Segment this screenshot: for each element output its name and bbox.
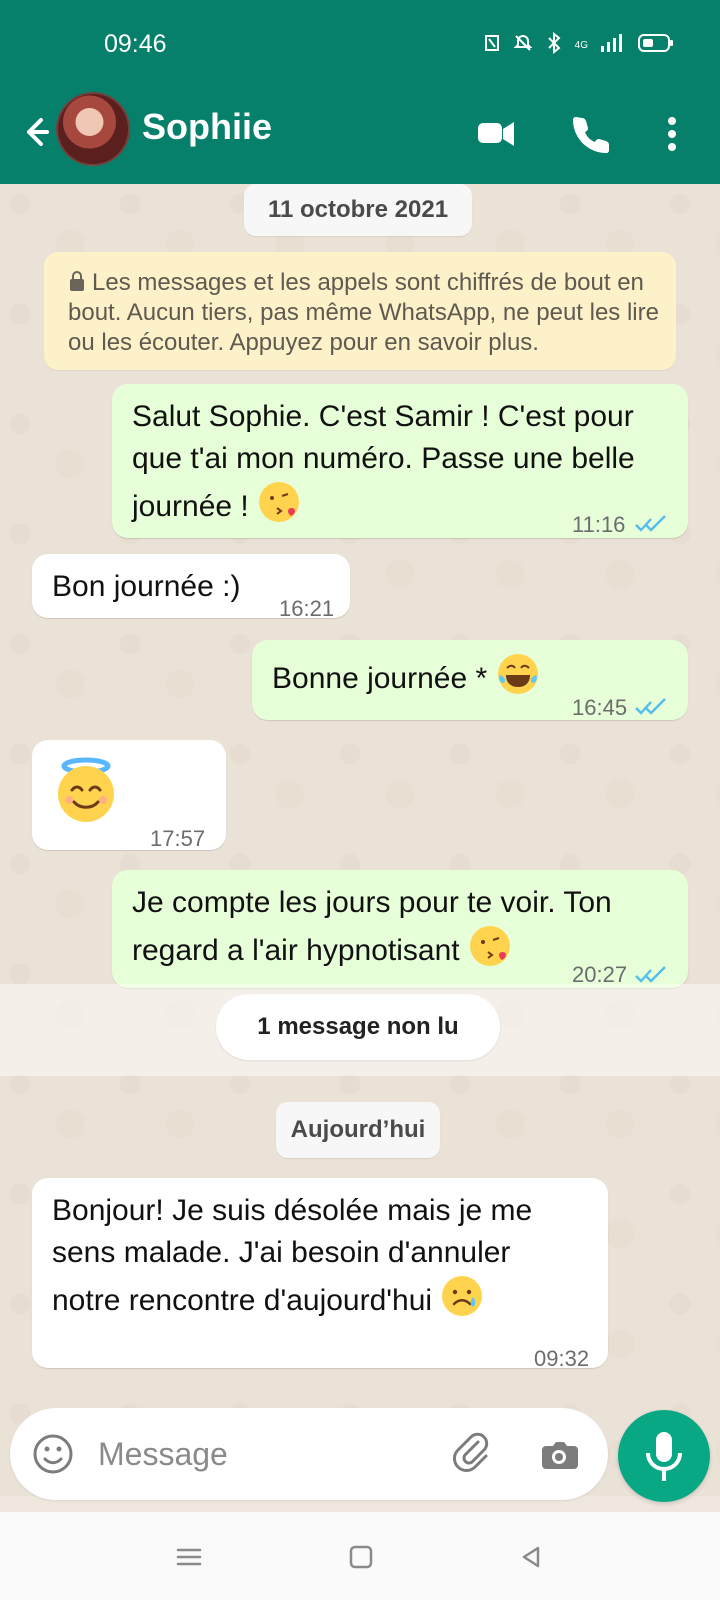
paperclip-icon[interactable] (448, 1430, 494, 1476)
phone-icon[interactable] (568, 110, 616, 158)
date-separator: 11 octobre 2021 (244, 184, 472, 236)
more-vertical-icon[interactable] (658, 110, 686, 158)
home-icon[interactable] (346, 1542, 376, 1572)
message-bubble-outgoing[interactable]: Je compte les jours pour te voir. Ton re… (112, 870, 688, 988)
message-time: 09:32 (534, 1346, 590, 1371)
contact-name[interactable]: Sophiie (142, 106, 272, 148)
status-icons: 4G (483, 31, 674, 59)
contact-avatar[interactable] (56, 92, 130, 166)
message-bubble-incoming[interactable]: 17:57 (32, 740, 226, 851)
tears-of-joy-icon (496, 652, 540, 708)
double-check-icon (634, 688, 668, 715)
nfc-icon (483, 33, 501, 58)
kiss-face-icon (257, 480, 301, 536)
message-bubble-incoming[interactable]: Bon journée :) 16:21 (32, 554, 350, 621)
message-composer[interactable] (10, 1408, 608, 1500)
date-separator: Aujourd’hui (276, 1102, 440, 1158)
message-bubble-incoming[interactable]: Bonjour! Je suis désolée mais je me sens… (32, 1178, 608, 1371)
signal-icon (600, 34, 626, 57)
message-text: Bonne journée * (272, 652, 540, 708)
back-arrow-icon[interactable] (16, 112, 56, 152)
bluetooth-icon (545, 31, 563, 59)
chat-thread[interactable]: 11 octobre 2021 Les messages et les appe… (0, 184, 720, 1496)
message-time: 16:21 (279, 596, 335, 621)
encryption-notice[interactable]: Les messages et les appels sont chiffrés… (44, 252, 676, 370)
encryption-notice-text: Les messages et les appels sont chiffrés… (68, 269, 659, 356)
system-nav-bar (0, 1512, 720, 1600)
message-time: 16:45 (572, 695, 628, 720)
video-call-icon[interactable] (472, 110, 520, 158)
kiss-face-icon (468, 924, 512, 980)
unread-divider: 1 message non lu (0, 984, 720, 1076)
status-bar: 09:46 4G (0, 0, 720, 92)
message-text: Bon journée :) (52, 570, 241, 603)
menu-icon[interactable] (174, 1542, 204, 1572)
emoji-icon[interactable] (30, 1431, 76, 1477)
system-back-icon[interactable] (516, 1542, 546, 1572)
camera-icon[interactable] (536, 1432, 582, 1478)
mute-icon (513, 33, 533, 58)
message-input[interactable] (96, 1428, 420, 1480)
network-label: 4G (574, 40, 588, 51)
microphone-icon[interactable] (618, 1410, 710, 1502)
smiling-with-halo-icon (50, 754, 122, 838)
chat-header: Sophiie (0, 92, 720, 184)
message-time: 17:57 (150, 826, 206, 851)
double-check-icon (634, 505, 668, 532)
status-time: 09:46 (104, 30, 167, 58)
unread-label: 1 message non lu (216, 994, 500, 1060)
sad-face-icon (440, 1274, 484, 1330)
message-time: 11:16 (572, 512, 626, 537)
battery-icon (638, 33, 674, 58)
message-text: Bonjour! Je suis désolée mais je me sens… (52, 1190, 572, 1330)
message-bubble-outgoing[interactable]: Salut Sophie. C'est Samir ! C'est pour q… (112, 384, 688, 538)
message-bubble-outgoing[interactable]: Bonne journée * 16:45 (252, 640, 688, 720)
double-check-icon (634, 956, 668, 983)
